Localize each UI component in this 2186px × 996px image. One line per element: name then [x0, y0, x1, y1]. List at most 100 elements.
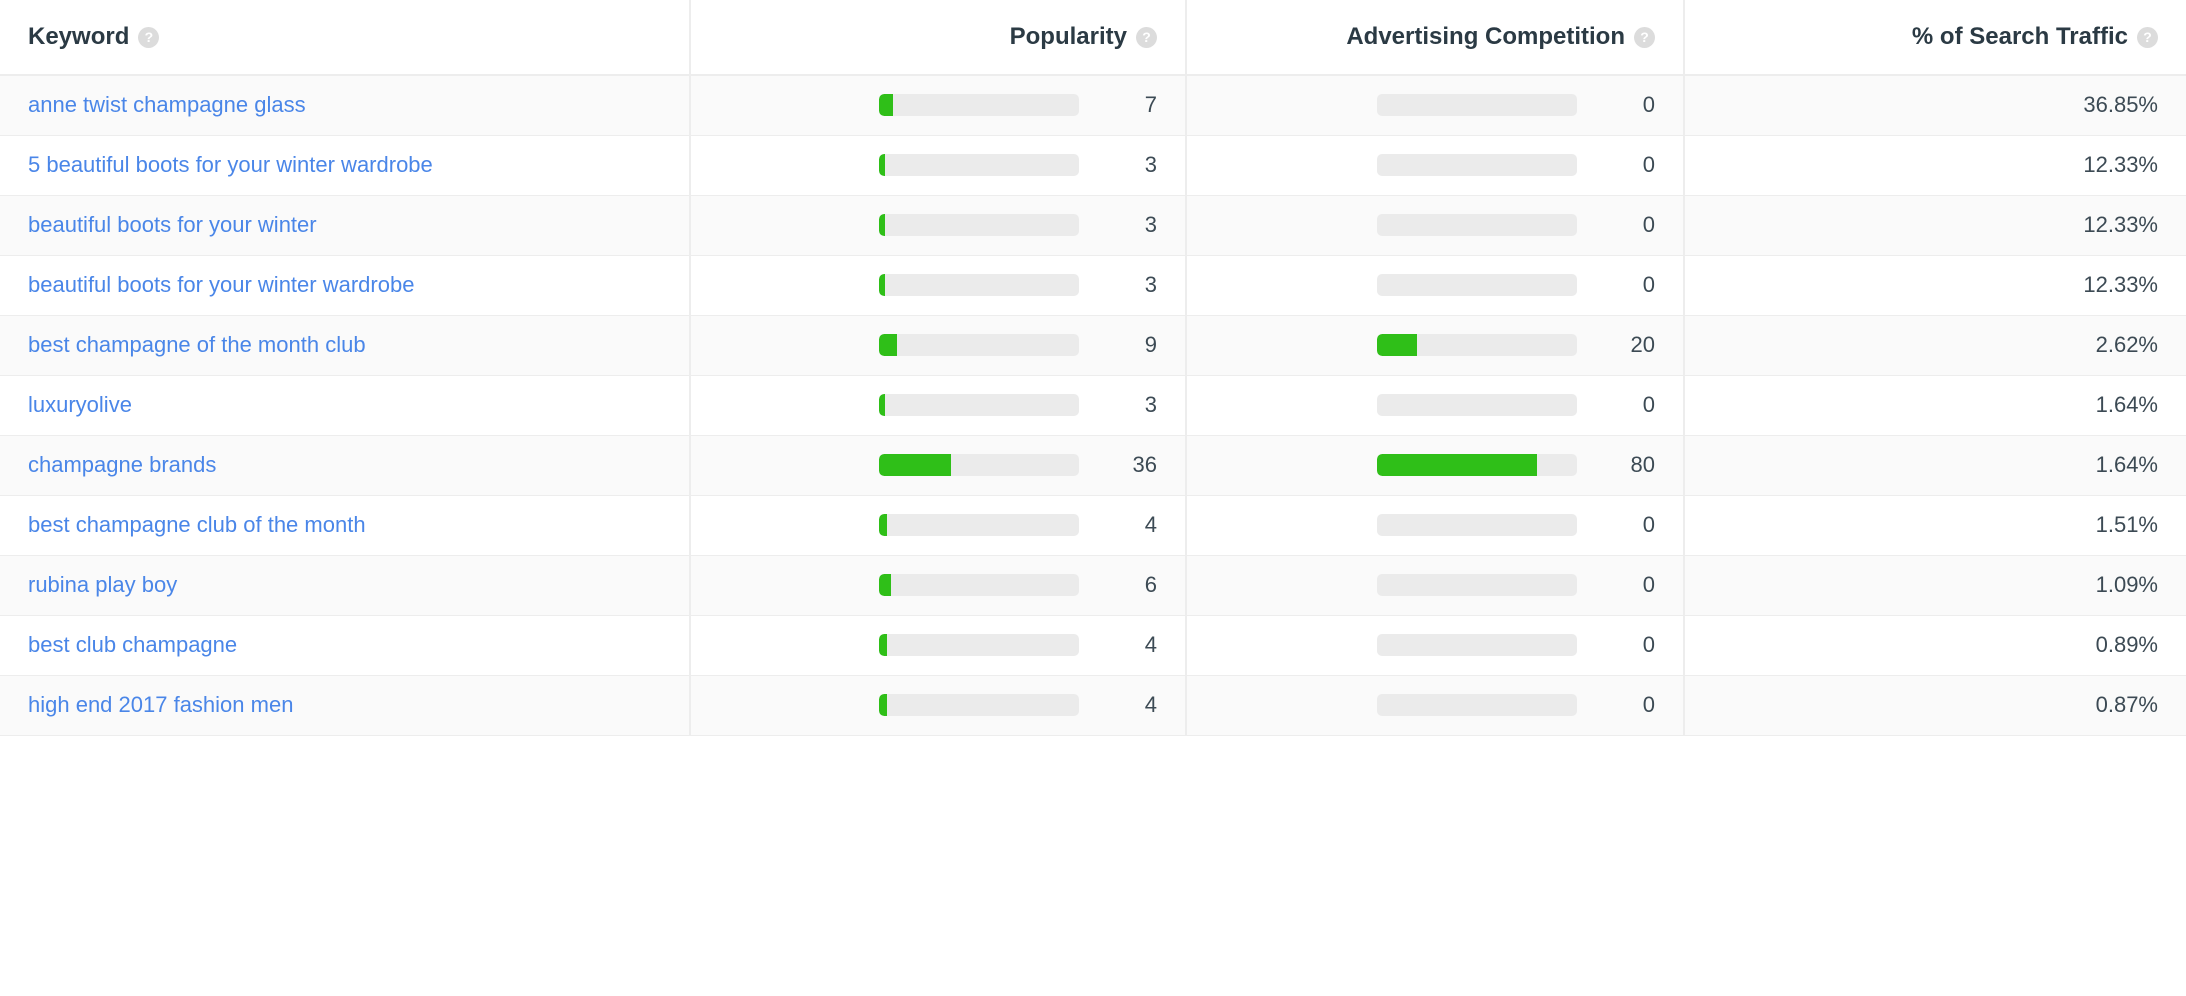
- keyword-link[interactable]: rubina play boy: [28, 572, 177, 597]
- keyword-research-table: Keyword ? Popularity ? Advertising Compe…: [0, 0, 2186, 736]
- search-traffic-value: 1.64%: [2095, 392, 2158, 417]
- advertising-competition-value: 20: [1630, 332, 1655, 357]
- popularity-metric: 4: [719, 632, 1157, 658]
- competition-metric: 0: [1215, 572, 1655, 598]
- advertising-competition-bar: [1377, 574, 1577, 596]
- table-row: 5 beautiful boots for your winter wardro…: [0, 135, 2186, 196]
- popularity-bar: [879, 454, 1079, 476]
- advertising-competition-bar-fill: [1377, 454, 1537, 476]
- popularity-value: 7: [1144, 92, 1157, 118]
- keyword-cell: best champagne of the month club: [0, 315, 690, 376]
- help-icon[interactable]: ?: [1634, 26, 1655, 48]
- advertising-competition-bar: [1377, 94, 1577, 117]
- popularity-value: 4: [1144, 512, 1157, 537]
- advertising-competition-bar: [1377, 514, 1577, 536]
- keyword-link[interactable]: beautiful boots for your winter: [28, 212, 317, 237]
- popularity-bar: [879, 574, 1079, 596]
- competition-metric: 0: [1215, 512, 1655, 538]
- keyword-link[interactable]: high end 2017 fashion men: [28, 692, 293, 717]
- column-header-search-traffic-label: % of Search Traffic: [1911, 23, 2128, 50]
- competition-metric: 0: [1215, 272, 1655, 298]
- competition-cell: 0: [1185, 255, 1684, 316]
- search-traffic-cell: 2.62%: [1683, 315, 2186, 376]
- search-traffic-value: 1.09%: [2095, 572, 2158, 597]
- popularity-metric: 6: [719, 572, 1157, 598]
- table-row: anne twist champagne glass 7 0 36.85%: [0, 75, 2186, 136]
- table-row: best club champagne 4 0 0.89%: [0, 615, 2186, 676]
- popularity-cell: 4: [689, 495, 1186, 556]
- popularity-bar-fill: [879, 694, 887, 716]
- popularity-bar-fill: [879, 334, 897, 356]
- popularity-bar: [879, 274, 1079, 296]
- competition-metric: 0: [1215, 632, 1655, 658]
- table-row: best champagne club of the month 4 0 1.51%: [0, 495, 2186, 556]
- keyword-cell: high end 2017 fashion men: [0, 675, 690, 736]
- competition-metric: 0: [1215, 152, 1655, 178]
- help-icon[interactable]: ?: [2137, 26, 2158, 48]
- popularity-bar: [879, 394, 1079, 416]
- competition-cell: 0: [1185, 495, 1684, 556]
- popularity-cell: 3: [689, 375, 1186, 436]
- keyword-link[interactable]: luxuryolive: [28, 392, 132, 417]
- keyword-cell: beautiful boots for your winter: [0, 195, 690, 256]
- keyword-link[interactable]: beautiful boots for your winter wardrobe: [28, 272, 414, 297]
- popularity-cell: 7: [689, 75, 1186, 136]
- popularity-bar-fill: [879, 154, 885, 176]
- help-icon[interactable]: ?: [138, 26, 160, 48]
- table-body: anne twist champagne glass 7 0 36.85% 5 beau…: [0, 75, 2186, 736]
- search-traffic-cell: 1.09%: [1683, 555, 2186, 616]
- popularity-metric: 3: [719, 212, 1157, 238]
- popularity-metric: 3: [719, 272, 1157, 298]
- popularity-value: 9: [1144, 332, 1157, 357]
- table-row: beautiful boots for your winter 3 0 12.33%: [0, 195, 2186, 256]
- advertising-competition-value: 0: [1642, 692, 1655, 717]
- popularity-bar: [879, 514, 1079, 536]
- search-traffic-value: 36.85%: [2083, 92, 2158, 118]
- keyword-link[interactable]: anne twist champagne glass: [28, 92, 306, 117]
- search-traffic-value: 1.64%: [2095, 452, 2158, 477]
- competition-cell: 0: [1185, 615, 1684, 676]
- popularity-bar-fill: [879, 514, 887, 536]
- keyword-link[interactable]: best champagne club of the month: [28, 512, 366, 537]
- competition-cell: 0: [1185, 375, 1684, 436]
- search-traffic-value: 12.33%: [2083, 152, 2158, 177]
- keyword-link[interactable]: champagne brands: [28, 452, 216, 477]
- popularity-cell: 4: [689, 615, 1186, 676]
- column-header-search-traffic[interactable]: % of Search Traffic ?: [1683, 0, 2186, 76]
- popularity-metric: 3: [719, 392, 1157, 418]
- table-header-row: Keyword ? Popularity ? Advertising Compe…: [0, 0, 2186, 76]
- popularity-bar: [879, 214, 1079, 236]
- column-header-popularity[interactable]: Popularity ?: [689, 0, 1186, 76]
- popularity-cell: 3: [689, 255, 1186, 316]
- table-row: champagne brands 36 80 1.64%: [0, 435, 2186, 496]
- advertising-competition-bar: [1377, 274, 1577, 296]
- table-row: high end 2017 fashion men 4 0 0.87%: [0, 675, 2186, 736]
- keyword-cell: champagne brands: [0, 435, 690, 496]
- keyword-link[interactable]: best club champagne: [28, 632, 237, 657]
- popularity-cell: 6: [689, 555, 1186, 616]
- keyword-link[interactable]: 5 beautiful boots for your winter wardro…: [28, 152, 433, 177]
- column-header-keyword[interactable]: Keyword ?: [0, 0, 690, 76]
- competition-metric: 0: [1215, 212, 1655, 238]
- advertising-competition-value: 0: [1642, 392, 1655, 417]
- popularity-bar: [879, 94, 1079, 117]
- advertising-competition-bar: [1377, 634, 1577, 656]
- column-header-advertising-competition[interactable]: Advertising Competition ?: [1185, 0, 1684, 76]
- advertising-competition-value: 0: [1642, 632, 1655, 657]
- popularity-bar-fill: [879, 454, 951, 476]
- column-header-popularity-label: Popularity: [1009, 23, 1127, 50]
- popularity-metric: 9: [719, 332, 1157, 358]
- popularity-bar-fill: [879, 394, 885, 416]
- popularity-metric: 3: [719, 152, 1157, 178]
- popularity-value: 4: [1144, 692, 1157, 717]
- search-traffic-value: 12.33%: [2083, 212, 2158, 237]
- search-traffic-value: 12.33%: [2083, 272, 2158, 297]
- popularity-bar-fill: [879, 274, 885, 296]
- popularity-metric: 4: [719, 692, 1157, 718]
- keyword-link[interactable]: best champagne of the month club: [28, 332, 366, 357]
- advertising-competition-value: 0: [1642, 512, 1655, 537]
- search-traffic-cell: 36.85%: [1683, 75, 2186, 136]
- popularity-value: 36: [1132, 452, 1157, 477]
- help-icon[interactable]: ?: [1136, 26, 1157, 48]
- advertising-competition-bar: [1377, 394, 1577, 416]
